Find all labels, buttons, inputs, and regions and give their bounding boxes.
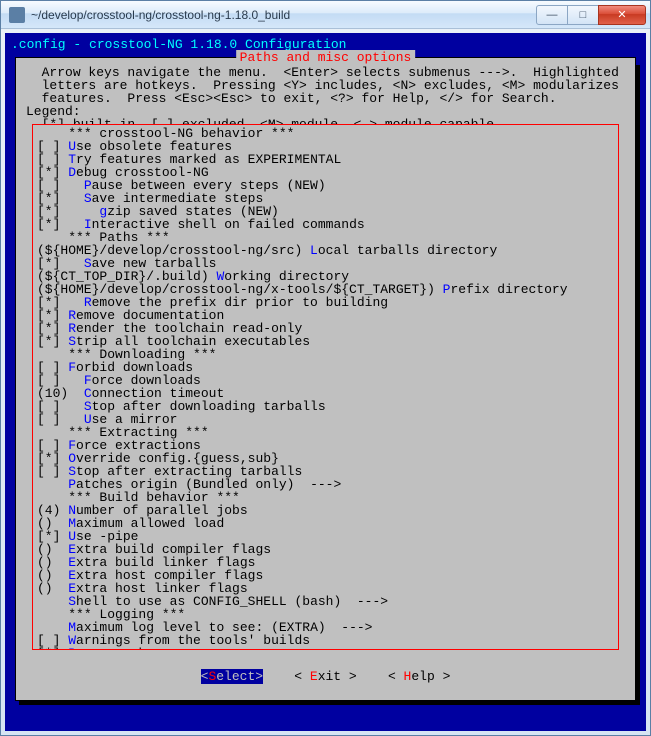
terminal-area: .config - crosstool-NG 1.18.0 Configurat… [5,33,646,731]
select-button[interactable]: <SSelectelect> [201,669,263,684]
menu-list[interactable]: *** crosstool-NG behavior ***[ ] Use obs… [32,124,619,650]
window-frame: ~/develop/crosstool-ng/crosstool-ng-1.18… [0,0,651,736]
section-label: Paths and misc options [236,50,416,65]
shadow [19,701,640,705]
terminal-inner: .config - crosstool-NG 1.18.0 Configurat… [7,35,644,729]
exit-button[interactable]: < Exit > [294,669,356,684]
window-title: ~/develop/crosstool-ng/crosstool-ng-1.18… [31,8,537,22]
action-bar: <SSelectelect> < Exit > < Help > [16,669,635,684]
window-controls: — □ ✕ [537,5,646,25]
dialog-box: Paths and misc options Arrow keys naviga… [15,57,636,701]
app-icon [9,7,25,23]
minimize-button[interactable]: — [536,5,568,25]
close-button[interactable]: ✕ [598,5,646,25]
maximize-button[interactable]: □ [567,5,599,25]
shadow [636,65,640,705]
titlebar[interactable]: ~/develop/crosstool-ng/crosstool-ng-1.18… [1,1,650,29]
help-button[interactable]: < Help > [388,669,450,684]
menu-item[interactable]: [*] Progress bar [37,647,614,650]
